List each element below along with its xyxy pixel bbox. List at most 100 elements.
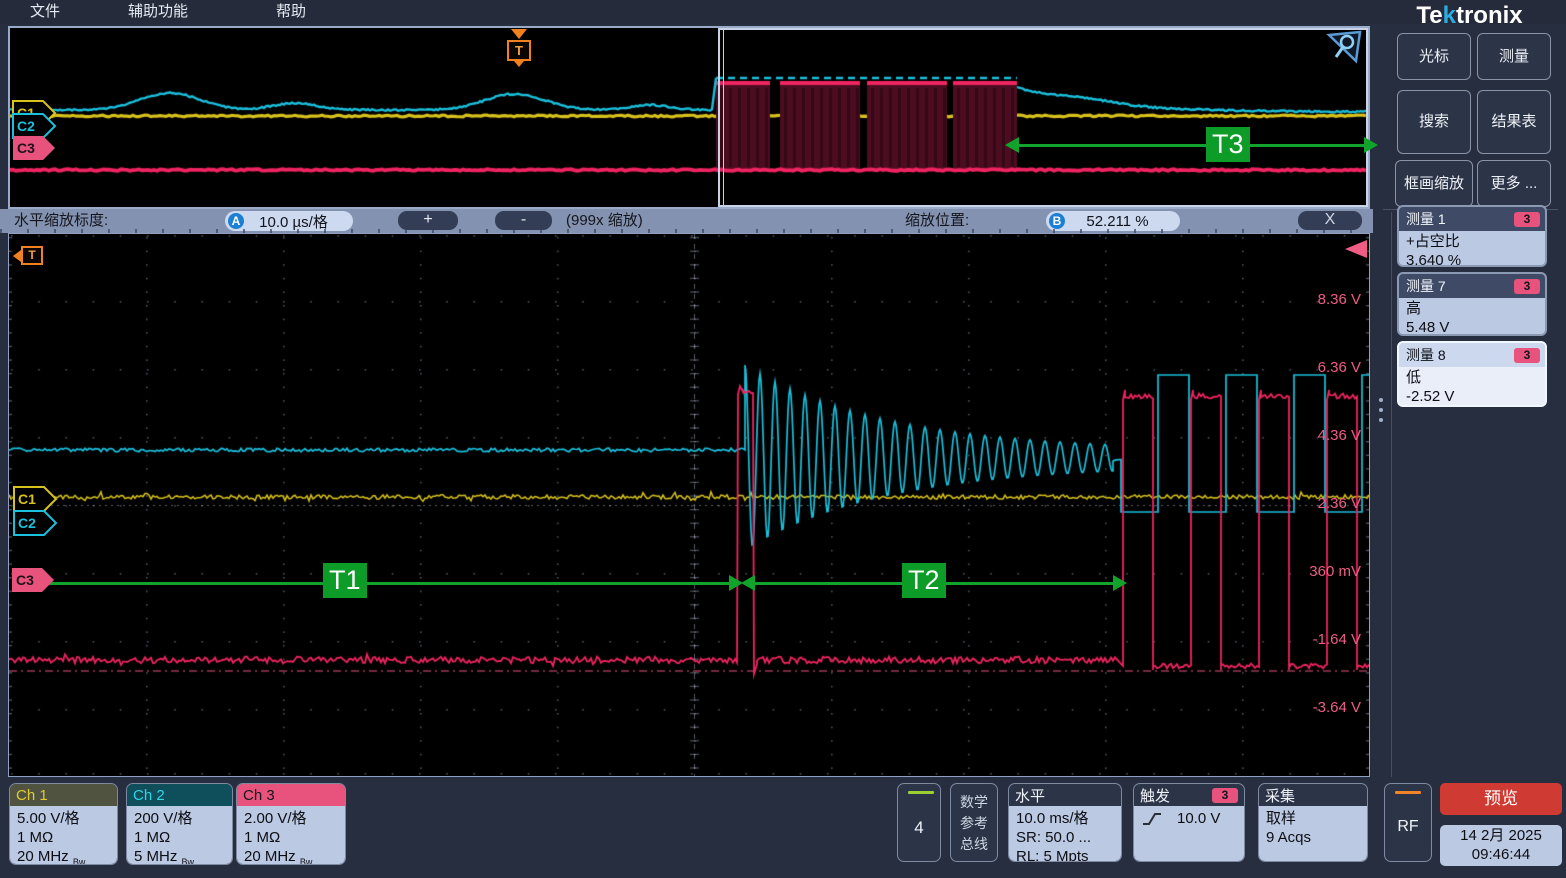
measurement-source-chip: 3 (1514, 212, 1540, 227)
rf-label: RF (1385, 818, 1431, 836)
zoom-out-button[interactable]: - (495, 211, 552, 230)
measurement-value: 5.48 V (1406, 318, 1538, 336)
channel-impedance: 1 MΩ (17, 828, 110, 847)
voltage-readout-1: 6.36 V (1261, 359, 1361, 376)
trigger-offscreen-marker[interactable]: T (13, 246, 43, 265)
svg-text:C3: C3 (16, 572, 34, 588)
channel-badge-2[interactable]: Ch 2200 V/格1 MΩ5 MHz Bw (126, 783, 233, 865)
channel-name: Ch 1 (10, 784, 117, 806)
rising-edge-icon (1141, 811, 1163, 827)
channel-marker-c1[interactable]: C1 (13, 486, 59, 512)
settings-bar: 4 数学参考总线 水平 10.0 ms/格 SR: 50.0 ... RL: 5… (0, 777, 1566, 878)
trigger-title: 触发 (1140, 785, 1170, 806)
knob-b-icon: B (1049, 213, 1065, 229)
magnifier-icon[interactable] (1326, 30, 1364, 66)
waveform-canvas (9, 234, 1369, 776)
trigger-arrow-small-icon (514, 61, 524, 67)
trigger-source-chip: 3 (1212, 788, 1238, 803)
trigger-t-label: T (21, 246, 43, 265)
measurement-badge-2[interactable]: 测量 83低-2.52 V (1397, 341, 1547, 407)
trigger-level: 10.0 V (1177, 810, 1220, 827)
zoom-position-knob[interactable]: B 52.211 % (1046, 211, 1180, 231)
rf-color-bar (1395, 791, 1421, 794)
preview-button[interactable]: 预览 (1440, 783, 1562, 815)
zoom-in-button[interactable]: + (398, 211, 458, 230)
horizontal-scale: 10.0 ms/格 (1016, 809, 1114, 828)
channel-impedance: 1 MΩ (134, 828, 225, 847)
zoom-scale-label: 水平缩放标度: (14, 209, 108, 233)
channel-bandwidth: 20 MHz Bw (244, 847, 338, 865)
digital-channel-badge[interactable]: 4 (897, 783, 941, 862)
trigger-header: 触发 3 (1134, 784, 1244, 806)
menu-item-0[interactable]: 文件 (30, 0, 60, 24)
t2-label: T2 (902, 563, 946, 598)
acquisition-badge[interactable]: 采集 取样 9 Acqs (1258, 783, 1368, 862)
knob-a-icon: A (228, 213, 244, 229)
measurement-title: 测量 1 (1406, 209, 1446, 229)
channel-marker-c3[interactable]: C3 (11, 567, 57, 593)
main-graticule: T T1 T2 8.36 V6.36 V4.36 V2.36 V360 mV-1… (8, 233, 1370, 777)
acquisition-title: 采集 (1259, 784, 1367, 806)
channel-bandwidth: 5 MHz Bw (134, 847, 225, 865)
t3-label: T3 (1206, 127, 1250, 162)
horizontal-badge[interactable]: 水平 10.0 ms/格 SR: 50.0 ... RL: 5 Mpts (1008, 783, 1122, 862)
menu-item-1[interactable]: 辅助功能 (128, 0, 188, 24)
measurement-source-chip: 3 (1514, 279, 1540, 294)
sidebar-button-0[interactable]: 光标 (1397, 33, 1471, 80)
zoom-factor-readout: (999x 缩放) (566, 209, 643, 233)
acquisition-mode: 取样 (1266, 809, 1360, 828)
zoom-position-value: 52.211 % (1065, 213, 1180, 230)
channel-badge-3[interactable]: Ch 32.00 V/格1 MΩ20 MHz Bw (236, 783, 346, 865)
channel-scale: 5.00 V/格 (17, 809, 110, 828)
t3-arrow (1018, 144, 1365, 147)
trigger-position-marker[interactable]: T (504, 29, 534, 67)
horizontal-title: 水平 (1009, 784, 1121, 806)
menu-bar: 文件 辅助功能 帮助 (0, 0, 1566, 24)
zoom-window[interactable] (718, 28, 1368, 207)
measurement-badge-1[interactable]: 测量 73高5.48 V (1397, 272, 1547, 336)
rf-badge[interactable]: RF (1384, 783, 1432, 862)
sidebar-button-5[interactable]: 更多 ... (1477, 160, 1551, 207)
trigger-badge[interactable]: 触发 3 10.0 V (1133, 783, 1245, 862)
waveform-overview: T T3 C1C2C3 (8, 26, 1370, 209)
trigger-settings: 10.0 V (1134, 806, 1244, 861)
zoom-close-button[interactable]: X (1298, 211, 1362, 230)
digital-channel-color-bar (908, 791, 934, 794)
svg-text:C2: C2 (18, 515, 36, 531)
zoom-scale-knob[interactable]: A 10.0 µs/格 (225, 211, 353, 231)
t2-arrowhead-right (1113, 575, 1127, 591)
trigger-arrow-icon (511, 29, 527, 39)
voltage-readout-3: 2.36 V (1261, 495, 1361, 512)
zoom-position-label: 缩放位置: (905, 209, 969, 233)
zoom-scale-value: 10.0 µs/格 (244, 211, 353, 232)
trigger-level-arrow-icon[interactable] (1345, 240, 1367, 258)
voltage-readout-2: 4.36 V (1261, 427, 1361, 444)
measurement-badge-0[interactable]: 测量 13+占空比3.640 % (1397, 205, 1547, 267)
voltage-readout-6: -3.64 V (1261, 699, 1361, 716)
measurement-name: 低 (1406, 368, 1538, 387)
horizontal-zoom-bar: 水平缩放标度: A 10.0 µs/格 + - (999x 缩放) 缩放位置: … (0, 209, 1373, 233)
t3-arrowhead-left (1005, 137, 1019, 153)
sidebar-button-3[interactable]: 结果表 (1477, 90, 1551, 154)
measurement-name: +占空比 (1406, 232, 1538, 251)
sidebar-button-1[interactable]: 测量 (1477, 33, 1551, 80)
horizontal-settings: 10.0 ms/格 SR: 50.0 ... RL: 5 Mpts (1009, 806, 1121, 861)
svg-text:C3: C3 (17, 140, 35, 156)
acquisition-count: 9 Acqs (1266, 828, 1360, 847)
channel-marker-c2[interactable]: C2 (13, 510, 59, 536)
t1-label: T1 (323, 563, 367, 598)
menu-item-2[interactable]: 帮助 (276, 0, 306, 24)
measurement-name: 高 (1406, 299, 1538, 318)
t1-arrow (41, 582, 730, 585)
panel-drag-handle[interactable] (1379, 398, 1383, 428)
channel-badge-1[interactable]: Ch 15.00 V/格1 MΩ20 MHz Bw (9, 783, 118, 865)
channel-scale: 2.00 V/格 (244, 809, 338, 828)
tektronix-logo: Tektronix (1373, 2, 1566, 30)
datetime-badge[interactable]: 14 2月 2025 09:46:44 (1440, 825, 1562, 866)
sidebar-button-4[interactable]: 框画缩放 (1395, 160, 1473, 207)
channel-marker-c3[interactable]: C3 (12, 135, 58, 161)
trigger-left-arrow-icon (13, 250, 21, 262)
time-text: 09:46:44 (1440, 845, 1562, 864)
sidebar-button-2[interactable]: 搜索 (1397, 90, 1471, 154)
math-ref-bus-badge[interactable]: 数学参考总线 (950, 783, 998, 862)
